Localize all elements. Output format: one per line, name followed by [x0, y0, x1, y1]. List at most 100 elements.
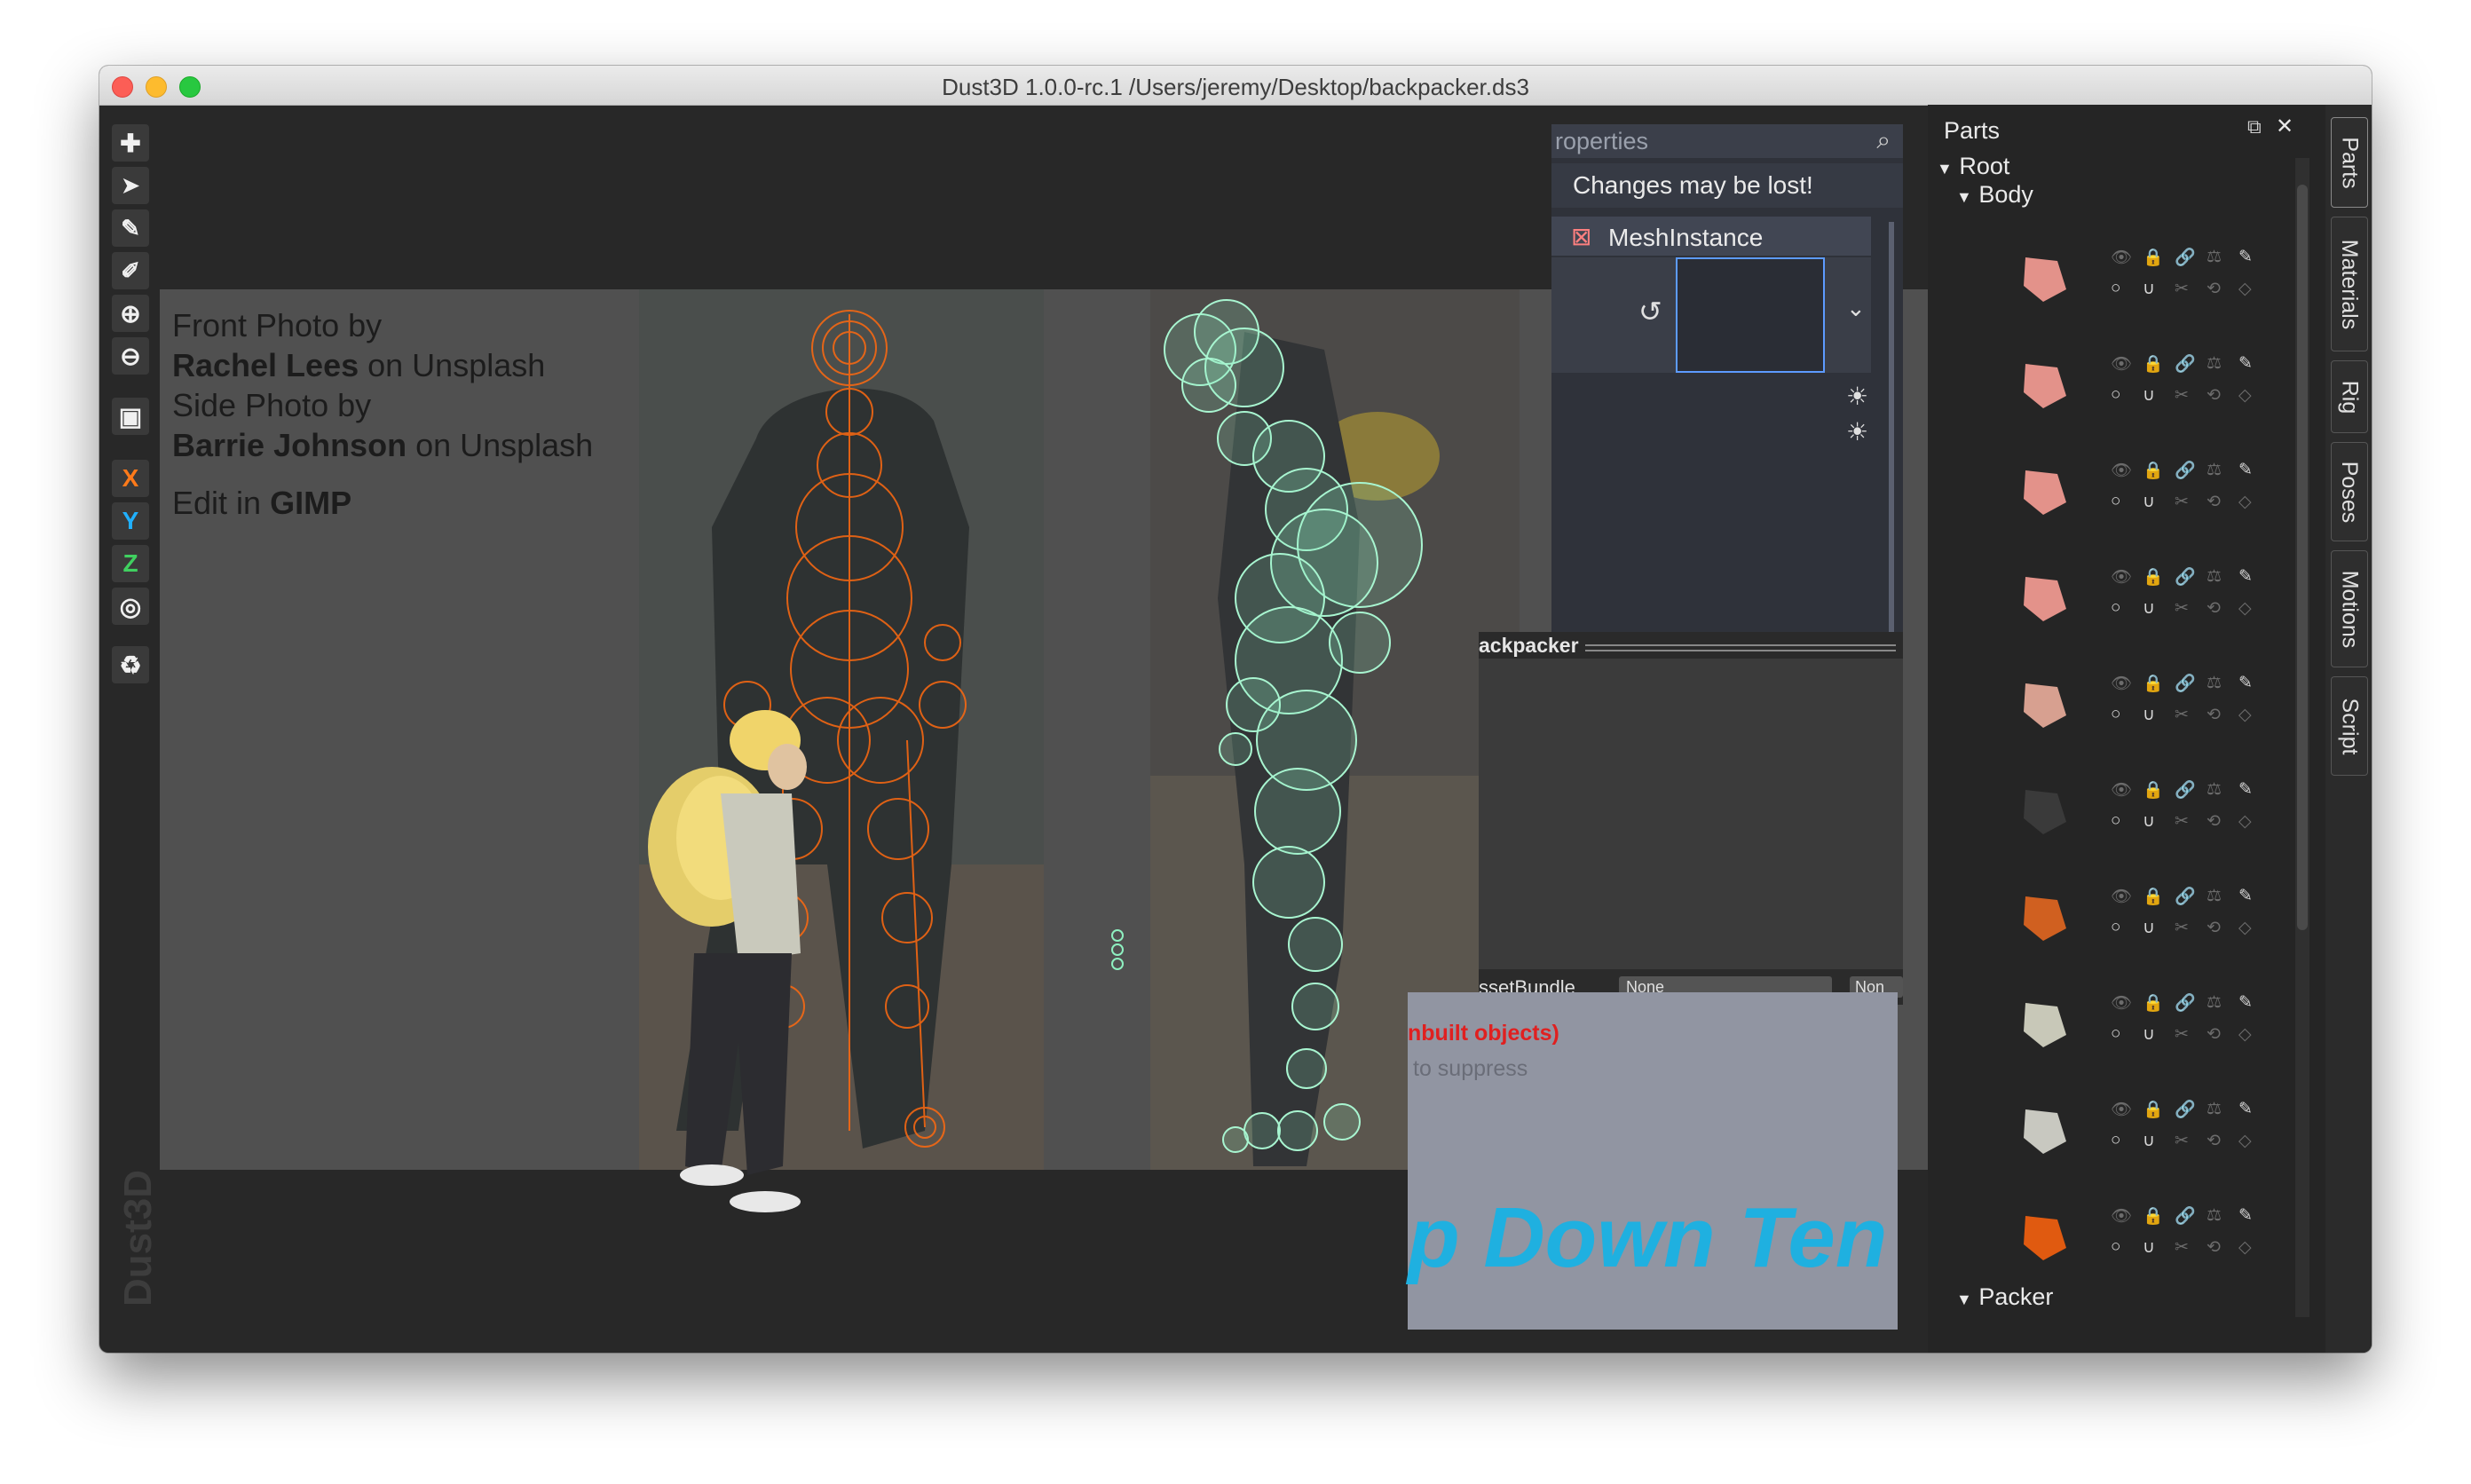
lock-icon[interactable]: 🔒 [2143, 992, 2164, 1014]
base-icon[interactable]: ◇ [2238, 705, 2252, 725]
edit-icon[interactable]: ✎ [2238, 1099, 2253, 1119]
rotate-icon[interactable]: ⟲ [2207, 598, 2221, 619]
edit-icon[interactable]: ✎ [2238, 886, 2253, 906]
xmirror-icon[interactable]: ○ [2111, 385, 2120, 405]
balance-icon[interactable]: ⚖ [2207, 779, 2222, 800]
part-row[interactable]: 👁 🔒 🔗 ⚖ ✎ ○ ∪ ✂ ⟲ ◇ [2008, 763, 2292, 852]
base-icon[interactable]: ◇ [2238, 1131, 2252, 1151]
base-icon[interactable]: ◇ [2238, 492, 2252, 512]
balance-icon[interactable]: ⚖ [2207, 673, 2222, 693]
reset-icon[interactable]: ↺ [1638, 295, 1662, 328]
base-icon[interactable]: ◇ [2238, 1024, 2252, 1045]
balance-icon[interactable]: ⚖ [2207, 566, 2222, 587]
xmirror-icon[interactable]: ○ [2111, 598, 2120, 618]
lock-icon[interactable]: 🔒 [2143, 1205, 2164, 1227]
light-toggle-2-icon[interactable]: ☀ [1846, 417, 1868, 446]
balance-icon[interactable]: ⚖ [2207, 460, 2222, 480]
visible-icon[interactable]: 👁 [2111, 886, 2132, 907]
xmirror-icon[interactable]: ○ [2111, 279, 2120, 298]
lock-icon[interactable]: 🔒 [2143, 886, 2164, 907]
magnet-icon[interactable]: ∪ [2143, 705, 2155, 725]
xmirror-icon[interactable]: ○ [2111, 1237, 2120, 1257]
tab-materials[interactable]: Materials [2331, 217, 2368, 351]
balance-icon[interactable]: ⚖ [2207, 247, 2222, 267]
part-row[interactable]: 👁 🔒 🔗 ⚖ ✎ ○ ∪ ✂ ⟲ ◇ [2008, 1083, 2292, 1172]
edit-icon[interactable]: ✎ [2238, 1205, 2253, 1226]
rotate-icon[interactable]: ⟲ [2207, 918, 2221, 938]
magnet-icon[interactable]: ∪ [2143, 811, 2155, 832]
magnet-icon[interactable]: ∪ [2143, 492, 2155, 512]
part-row[interactable]: 👁 🔒 🔗 ⚖ ✎ ○ ∪ ✂ ⟲ ◇ [2008, 976, 2292, 1065]
chevron-down-icon[interactable]: ⌄ [1846, 295, 1866, 322]
lock-icon[interactable]: 🔒 [2143, 1099, 2164, 1120]
rotate-icon[interactable]: ⟲ [2207, 385, 2221, 406]
part-row[interactable]: 👁 🔒 🔗 ⚖ ✎ ○ ∪ ✂ ⟲ ◇ [2008, 1189, 2292, 1278]
tab-script[interactable]: Script [2331, 676, 2368, 776]
float-panel-icon[interactable]: ⧉ [2247, 115, 2262, 138]
part-row[interactable]: 👁 🔒 🔗 ⚖ ✎ ○ ∪ ✂ ⟲ ◇ [2008, 444, 2292, 533]
balance-icon[interactable]: ⚖ [2207, 1099, 2222, 1119]
magnet-icon[interactable]: ∪ [2143, 1024, 2155, 1045]
link-icon[interactable]: 🔗 [2175, 247, 2196, 268]
base-icon[interactable]: ◇ [2238, 279, 2252, 299]
part-row[interactable]: 👁 🔒 🔗 ⚖ ✎ ○ ∪ ✂ ⟲ ◇ [2008, 657, 2292, 746]
cut-icon[interactable]: ✂ [2175, 385, 2189, 406]
base-icon[interactable]: ◇ [2238, 918, 2252, 938]
lock-icon[interactable]: 🔒 [2143, 566, 2164, 588]
link-icon[interactable]: 🔗 [2175, 566, 2196, 588]
cut-icon[interactable]: ✂ [2175, 1237, 2189, 1258]
tree-item-root[interactable]: ▼ Root [1937, 153, 2009, 180]
mesh-instance-node[interactable]: ⊠ MeshInstance [1551, 217, 1871, 256]
inspector-scrollbar[interactable] [1889, 222, 1894, 683]
parts-scrollbar[interactable] [2295, 158, 2309, 1317]
balance-icon[interactable]: ⚖ [2207, 992, 2222, 1013]
balance-icon[interactable]: ⚖ [2207, 886, 2222, 906]
visible-icon[interactable]: 👁 [2111, 247, 2132, 268]
base-icon[interactable]: ◇ [2238, 598, 2252, 619]
link-icon[interactable]: 🔗 [2175, 886, 2196, 907]
cut-icon[interactable]: ✂ [2175, 598, 2189, 619]
part-row[interactable]: 👁 🔒 🔗 ⚖ ✎ ○ ∪ ✂ ⟲ ◇ [2008, 231, 2292, 320]
part-row[interactable]: 👁 🔒 🔗 ⚖ ✎ ○ ∪ ✂ ⟲ ◇ [2008, 870, 2292, 959]
visible-icon[interactable]: 👁 [2111, 1205, 2132, 1227]
visible-icon[interactable]: 👁 [2111, 566, 2132, 588]
cut-icon[interactable]: ✂ [2175, 279, 2189, 299]
search-icon[interactable]: ⌕ [1876, 126, 1891, 155]
visible-icon[interactable]: 👁 [2111, 1099, 2132, 1120]
cut-icon[interactable]: ✂ [2175, 918, 2189, 938]
link-icon[interactable]: 🔗 [2175, 1099, 2196, 1120]
lock-icon[interactable]: 🔒 [2143, 460, 2164, 481]
cut-icon[interactable]: ✂ [2175, 492, 2189, 512]
xmirror-icon[interactable]: ○ [2111, 918, 2120, 937]
part-row[interactable]: 👁 🔒 🔗 ⚖ ✎ ○ ∪ ✂ ⟲ ◇ [2008, 550, 2292, 639]
magnet-icon[interactable]: ∪ [2143, 1237, 2155, 1258]
cut-icon[interactable]: ✂ [2175, 1131, 2189, 1151]
edit-icon[interactable]: ✎ [2238, 779, 2253, 800]
link-icon[interactable]: 🔗 [2175, 353, 2196, 375]
rotate-icon[interactable]: ⟲ [2207, 492, 2221, 512]
rotate-icon[interactable]: ⟲ [2207, 279, 2221, 299]
tree-item-packer[interactable]: ▼ Packer [1956, 1283, 2053, 1311]
rotate-icon[interactable]: ⟲ [2207, 1237, 2221, 1258]
magnet-icon[interactable]: ∪ [2143, 385, 2155, 406]
tree-item-body[interactable]: ▼ Body [1956, 181, 2033, 209]
link-icon[interactable]: 🔗 [2175, 673, 2196, 694]
lock-icon[interactable]: 🔒 [2143, 779, 2164, 801]
edit-icon[interactable]: ✎ [2238, 460, 2253, 480]
magnet-icon[interactable]: ∪ [2143, 279, 2155, 299]
tab-rig[interactable]: Rig [2331, 360, 2368, 433]
visible-icon[interactable]: 👁 [2111, 779, 2132, 801]
rotate-icon[interactable]: ⟲ [2207, 1131, 2221, 1151]
base-icon[interactable]: ◇ [2238, 811, 2252, 832]
rotate-icon[interactable]: ⟲ [2207, 811, 2221, 832]
light-toggle-icon[interactable]: ☀ [1846, 382, 1868, 411]
base-icon[interactable]: ◇ [2238, 385, 2252, 406]
lock-icon[interactable]: 🔒 [2143, 247, 2164, 268]
cut-icon[interactable]: ✂ [2175, 705, 2189, 725]
lock-icon[interactable]: 🔒 [2143, 353, 2164, 375]
rotate-icon[interactable]: ⟲ [2207, 705, 2221, 725]
magnet-icon[interactable]: ∪ [2143, 598, 2155, 619]
visible-icon[interactable]: 👁 [2111, 460, 2132, 481]
cut-icon[interactable]: ✂ [2175, 811, 2189, 832]
part-row[interactable]: 👁 🔒 🔗 ⚖ ✎ ○ ∪ ✂ ⟲ ◇ [2008, 337, 2292, 426]
